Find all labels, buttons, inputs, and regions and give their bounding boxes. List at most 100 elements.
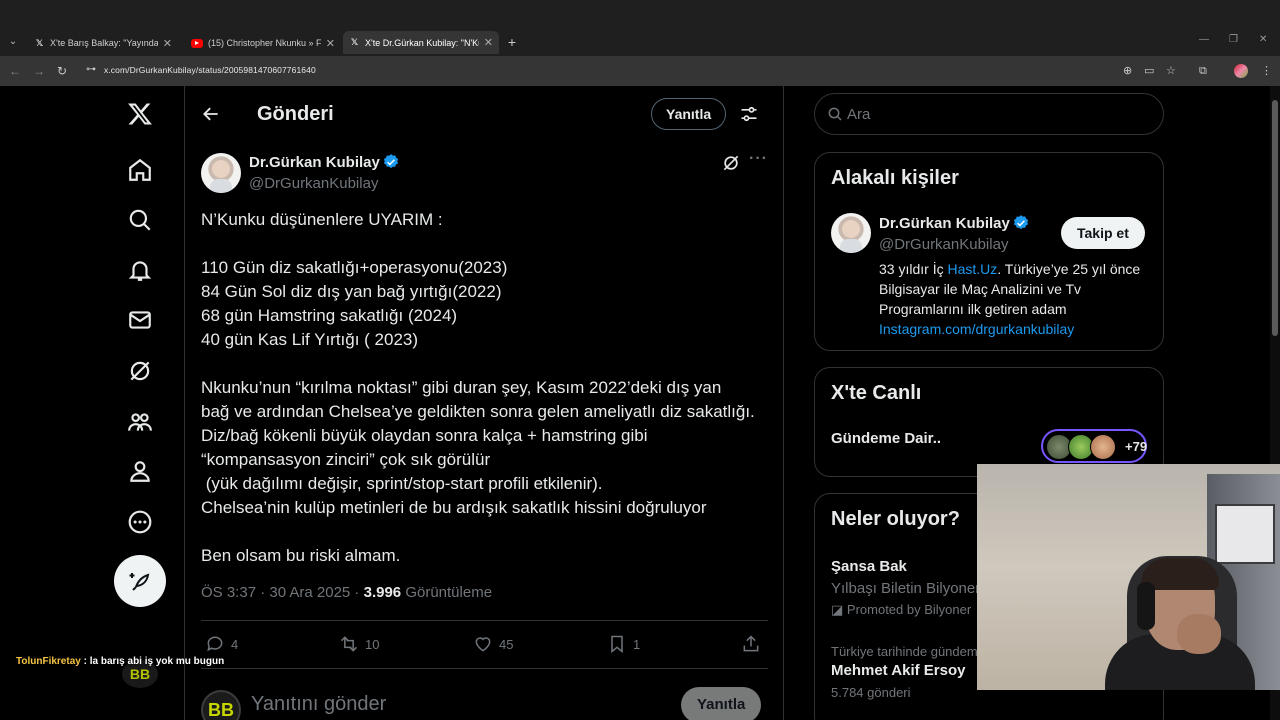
tweet-line: Ben olsam bu riski almam. xyxy=(201,546,401,565)
tweet-line: (yük dağılımı değişir, sprint/stop-start… xyxy=(201,474,603,493)
listener-avatar xyxy=(1090,434,1116,460)
grok-icon[interactable] xyxy=(122,353,158,389)
card-title: X'te Canlı xyxy=(831,382,922,404)
grok-icon[interactable] xyxy=(721,153,741,173)
reply-count: 4 xyxy=(231,636,239,652)
extensions-icon[interactable]: ⧉ xyxy=(1199,64,1207,78)
tweet-line: 68 gün Hamstring sakatlığı (2024) xyxy=(201,306,458,325)
search-box[interactable] xyxy=(814,93,1164,135)
share-action[interactable] xyxy=(741,634,761,654)
scrollbar-thumb[interactable] xyxy=(1272,100,1278,336)
cast-icon[interactable]: ▭ xyxy=(1144,64,1154,78)
tweet-timestamp[interactable]: ÖS 3:37 · 30 Ara 2025 · 3.996 Görüntülem… xyxy=(201,584,492,601)
close-tab-icon[interactable]: ✕ xyxy=(326,37,335,50)
tweet-line: 40 gün Kas Lif Yırtığı ( 2023) xyxy=(201,330,419,349)
chat-text: : la barış abi iş yok mu bugun xyxy=(80,656,225,667)
like-action[interactable]: 45 xyxy=(473,634,513,654)
tweet-line xyxy=(201,352,771,376)
webcam-microphone xyxy=(1137,582,1155,630)
messages-mail-icon[interactable] xyxy=(122,302,158,338)
reply-submit-button[interactable]: Yanıtla xyxy=(681,687,762,720)
author-handle[interactable]: @DrGurkanKubilay xyxy=(249,175,378,192)
tweet-time[interactable]: ÖS 3:37 · 30 Ara 2025 · xyxy=(201,584,364,601)
current-user-avatar[interactable]: BB xyxy=(201,690,241,720)
x-logo-icon[interactable] xyxy=(122,96,158,132)
card-title: Neler oluyor? xyxy=(831,508,960,530)
home-icon[interactable] xyxy=(122,152,158,188)
related-person-bio: 33 yıldır İç Hast.Uz. Türkiye’ye 25 yıl … xyxy=(879,259,1155,339)
webcam-overlay xyxy=(977,464,1280,690)
live-on-x-card: X'te Canlı Gündeme Dair.. +79 xyxy=(814,367,1164,477)
browser-tab[interactable]: (15) Christopher Nkunku » Fene ✕ xyxy=(185,33,341,53)
profile-icon[interactable] xyxy=(122,453,158,489)
site-info-icon[interactable]: ⊶ xyxy=(86,64,98,76)
x-icon: 𝕏 xyxy=(35,37,44,48)
related-person-name[interactable]: Dr.Gürkan Kubilay xyxy=(879,215,1010,232)
browser-profile-avatar[interactable] xyxy=(1234,64,1248,78)
browser-tab-active[interactable]: 𝕏 X'te Dr.Gürkan Kubilay: "N'Kuni ✕ xyxy=(343,31,499,54)
chat-username: TolunFikretay xyxy=(16,656,81,667)
back-arrow-icon[interactable]: ← xyxy=(9,64,21,78)
zoom-icon[interactable]: ⊕ xyxy=(1123,64,1132,78)
tweet-line: Diz/bağ kökenli büyük olaydan sonra kalç… xyxy=(201,426,648,445)
tab-title: (15) Christopher Nkunku » Fene xyxy=(208,38,321,48)
explore-search-icon[interactable] xyxy=(122,202,158,238)
browser-tabstrip: ⌄ 𝕏 X'te Barış Balkay: "Yayındayım. I ✕ … xyxy=(0,0,1280,56)
column-divider xyxy=(783,86,784,720)
instagram-link[interactable]: Instagram.com/drgurkankubilay xyxy=(879,321,1074,337)
tweet-line: Chelsea’nin kulüp metinleri de bu ardışı… xyxy=(201,498,707,517)
card-title: Alakalı kişiler xyxy=(831,167,959,189)
repost-action[interactable]: 10 xyxy=(339,634,379,654)
more-options-icon[interactable]: ··· xyxy=(749,151,769,173)
listener-count: +79 xyxy=(1125,439,1148,454)
reply-button-top[interactable]: Yanıtla xyxy=(651,98,727,130)
bookmark-star-icon[interactable]: ☆ xyxy=(1166,64,1176,78)
bookmark-action[interactable]: 1 xyxy=(607,634,640,654)
notifications-bell-icon[interactable] xyxy=(122,252,158,288)
related-person-handle[interactable]: @DrGurkanKubilay xyxy=(879,236,1008,253)
tweet-line: bağ ve ardından Chelsea’ye geldikten son… xyxy=(201,402,755,421)
trend-post-count: 5.784 gönderi xyxy=(831,685,911,700)
minimize-icon[interactable]: — xyxy=(1199,34,1209,45)
left-navigation xyxy=(0,86,184,720)
heart-icon xyxy=(475,637,491,652)
trend-title[interactable]: Şansa Bak xyxy=(831,558,907,575)
new-tab-icon[interactable]: + xyxy=(505,33,519,51)
tweet-line: 110 Gün diz sakatlığı+operasyonu(2023) xyxy=(201,258,508,277)
browser-menu-icon[interactable]: ⋮ xyxy=(1261,64,1272,78)
author-name[interactable]: Dr.Gürkan Kubilay xyxy=(249,154,380,171)
close-tab-icon[interactable]: ✕ xyxy=(163,37,172,50)
browser-tab[interactable]: 𝕏 X'te Barış Balkay: "Yayındayım. I ✕ xyxy=(28,33,178,53)
divider xyxy=(201,620,768,621)
live-listeners-pill[interactable]: +79 xyxy=(1041,429,1147,463)
restore-icon[interactable]: ❐ xyxy=(1229,34,1238,45)
communities-icon[interactable] xyxy=(122,404,158,440)
tweet-line: Nkunku’nun “kırılma noktası” gibi duran … xyxy=(201,378,722,397)
author-avatar[interactable] xyxy=(201,153,241,193)
verified-badge-icon xyxy=(382,153,400,171)
more-circle-icon[interactable] xyxy=(122,504,158,540)
search-input[interactable] xyxy=(847,103,1147,125)
bio-link[interactable]: Hast.Uz xyxy=(947,261,997,277)
tab-title: X'te Barış Balkay: "Yayındayım. I xyxy=(50,38,158,48)
reload-icon[interactable]: ↻ xyxy=(57,64,67,78)
filter-sliders-icon[interactable] xyxy=(739,104,759,124)
reply-action[interactable]: 4 xyxy=(205,634,238,654)
reply-input[interactable]: Yanıtını gönder xyxy=(251,693,386,716)
trend-title[interactable]: Mehmet Akif Ersoy xyxy=(831,662,965,679)
divider xyxy=(201,668,768,669)
post-detail: Gönderi Yanıtla Dr.Gürkan Kubilay @DrGur… xyxy=(185,86,783,720)
compose-post-button[interactable] xyxy=(114,555,166,607)
follow-button[interactable]: Takip et xyxy=(1061,217,1145,249)
promoted-label: ◪ Promoted by Bilyoner xyxy=(831,602,971,618)
view-count: 3.996 xyxy=(363,584,402,601)
close-window-icon[interactable]: ✕ xyxy=(1259,34,1267,45)
live-space-title[interactable]: Gündeme Dair.. xyxy=(831,430,941,447)
tab-search-chevron-icon[interactable]: ⌄ xyxy=(4,33,22,51)
back-arrow-icon[interactable] xyxy=(201,104,221,124)
address-bar[interactable]: ⊶ x.com/DrGurkanKubilay/status/200598147… xyxy=(80,59,1160,83)
views-label: Görüntüleme xyxy=(401,584,493,601)
close-tab-icon[interactable]: ✕ xyxy=(484,36,493,49)
forward-arrow-icon[interactable]: → xyxy=(33,64,45,78)
related-person-avatar[interactable] xyxy=(831,213,871,253)
